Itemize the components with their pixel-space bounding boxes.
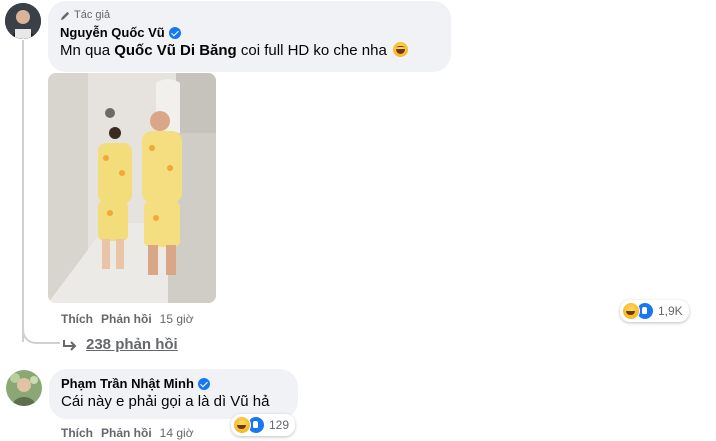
reply-arrow-icon: [63, 339, 77, 351]
like-link[interactable]: Thích: [61, 312, 93, 326]
reaction-summary[interactable]: 129: [231, 414, 296, 436]
mention-link[interactable]: Quốc Vũ Di Băng: [114, 42, 237, 59]
author-badge: Tác giả: [60, 8, 439, 22]
timestamp[interactable]: 14 giờ: [160, 426, 194, 440]
comment-actions: Thích Phản hồi 14 giờ: [61, 426, 194, 440]
commenter-name[interactable]: Phạm Trần Nhật Minh: [61, 376, 194, 391]
avatar[interactable]: [5, 3, 41, 39]
commenter-name[interactable]: Nguyễn Quốc Vũ: [60, 25, 165, 40]
view-replies-link[interactable]: 238 phản hồi: [62, 336, 178, 353]
thread-connector: [22, 320, 60, 344]
timestamp[interactable]: 15 giờ: [160, 312, 194, 326]
comment-photo[interactable]: [48, 73, 216, 303]
reaction-count: 129: [269, 418, 290, 432]
reaction-count: 1,9K: [658, 304, 683, 318]
comment-bubble: Phạm Trần Nhật Minh Cái này e phải gọi a…: [49, 369, 298, 419]
like-link[interactable]: Thích: [61, 426, 93, 440]
reply-link[interactable]: Phản hồi: [101, 426, 152, 440]
comment-actions: Thích Phản hồi 15 giờ: [61, 312, 194, 326]
thread-line: [22, 40, 24, 342]
replies-count-label: 238 phản hồi: [86, 336, 178, 353]
author-tag-label: Tác giả: [74, 9, 111, 21]
avatar[interactable]: [6, 370, 42, 406]
pen-icon: [60, 11, 70, 20]
haha-icon: [233, 416, 251, 434]
comment-text: Cái này e phải gọi a là dì Vũ hả: [61, 393, 270, 410]
comment-text: Mn qua Quốc Vũ Di Băng coi full HD ko ch…: [60, 42, 439, 59]
haha-icon: [622, 302, 640, 320]
verified-icon: [197, 377, 210, 390]
laughing-emoji-icon: [392, 42, 408, 57]
reaction-summary[interactable]: 1,9K: [620, 300, 689, 322]
reply-link[interactable]: Phản hồi: [101, 312, 152, 326]
verified-icon: [168, 26, 181, 39]
comment-bubble: Tác giả Nguyễn Quốc Vũ Mn qua Quốc Vũ Di…: [48, 1, 451, 72]
